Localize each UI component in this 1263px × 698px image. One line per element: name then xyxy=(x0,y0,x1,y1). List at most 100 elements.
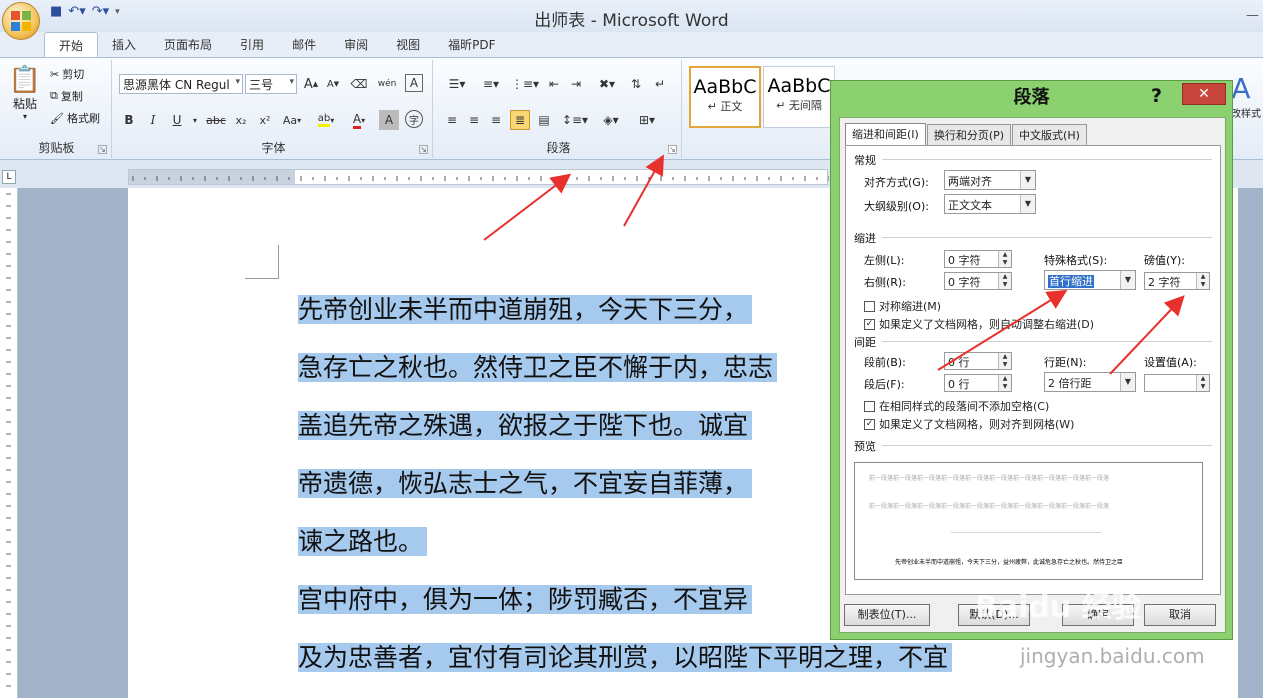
line-spacing-icon[interactable]: ↕≡▾ xyxy=(560,110,590,130)
spinner-arrows-icon[interactable]: ▲ ▼ xyxy=(998,273,1011,289)
tab-view[interactable]: 视图 xyxy=(382,32,434,58)
indent-left-label: 左侧(L): xyxy=(864,254,905,267)
horizontal-ruler[interactable] xyxy=(128,169,829,185)
decrease-indent-icon[interactable]: ⇤ xyxy=(544,74,564,94)
spinner-arrows-icon[interactable]: ▲ ▼ xyxy=(998,375,1011,391)
chinese-layout-icon[interactable]: ✖▾ xyxy=(592,74,622,94)
change-case-button[interactable]: Aa ▾ xyxy=(279,110,305,130)
tabs-button[interactable]: 制表位(T)... xyxy=(844,604,930,626)
no-space-same-style-checkbox[interactable]: 在相同样式的段落间不添加空格(C) xyxy=(864,398,1049,414)
sort-icon[interactable]: ⇅ xyxy=(626,74,646,94)
spinner-arrows-icon[interactable]: ▲ ▼ xyxy=(998,251,1011,267)
increase-indent-icon[interactable]: ⇥ xyxy=(566,74,586,94)
tab-references[interactable]: 引用 xyxy=(226,32,278,58)
multilevel-list-icon[interactable]: ⋮≡▾ xyxy=(510,74,540,94)
clipboard-launcher-icon[interactable]: ↘ xyxy=(98,145,107,154)
checkbox-checked-icon: ✓ xyxy=(864,318,875,330)
document-line[interactable]: 先帝创业未半而中道崩殂，今天下三分， xyxy=(298,281,753,339)
align-center-icon[interactable]: ≡ xyxy=(464,110,484,130)
tab-insert[interactable]: 插入 xyxy=(98,32,150,58)
font-group-label: 字体 xyxy=(261,141,286,155)
cut-button[interactable]: ✂ 剪切 xyxy=(50,66,84,82)
strikethrough-button[interactable]: abc xyxy=(203,110,229,130)
document-line[interactable]: 宫中府中，俱为一体；陟罚臧否，不宜异 xyxy=(298,571,753,629)
copy-button[interactable]: ⧉ 复制 xyxy=(50,88,83,104)
cancel-button[interactable]: 取消 xyxy=(1144,604,1216,626)
phonetic-guide-button[interactable]: wén xyxy=(377,74,397,94)
spinner-arrows-icon[interactable]: ▲ ▼ xyxy=(1196,375,1209,391)
office-button[interactable] xyxy=(2,2,40,40)
show-marks-icon[interactable]: ↵ xyxy=(650,74,670,94)
spinner-arrows-icon[interactable]: ▲ ▼ xyxy=(1196,273,1209,289)
alignment-select[interactable]: 两端对齐 ▼ xyxy=(944,170,1036,190)
window-minimize-icon[interactable]: — xyxy=(1246,8,1259,23)
at-spinner[interactable]: ▲ ▼ xyxy=(1144,374,1210,392)
numbering-icon[interactable]: ≡▾ xyxy=(476,74,506,94)
line-spacing-select[interactable]: 2 倍行距 ▼ xyxy=(1044,372,1136,392)
character-shading-button[interactable]: A xyxy=(379,110,399,130)
grow-font-button[interactable]: A ▲ xyxy=(301,74,321,94)
tab-mailings[interactable]: 邮件 xyxy=(278,32,330,58)
mirror-indents-checkbox[interactable]: 对称缩进(M) xyxy=(864,298,941,314)
font-launcher-icon[interactable]: ↘ xyxy=(419,145,428,154)
space-before-spinner[interactable]: 0 行 ▲ ▼ xyxy=(944,352,1012,370)
document-line[interactable]: 谏之路也。 xyxy=(298,513,428,571)
document-line[interactable]: 盖追先帝之殊遇，欲报之于陛下也。诚宜 xyxy=(298,397,753,455)
superscript-button[interactable]: x² xyxy=(255,110,275,130)
snap-to-grid-checkbox[interactable]: ✓ 如果定义了文档网格，则对齐到网格(W) xyxy=(864,416,1074,432)
indent-by-spinner[interactable]: 2 字符 ▲ ▼ xyxy=(1144,272,1210,290)
clipboard-group-label: 剪贴板 xyxy=(38,141,75,155)
clear-format-button[interactable]: ⌫ xyxy=(349,74,369,94)
bold-button[interactable]: B xyxy=(119,110,139,130)
at-label: 设置值(A): xyxy=(1144,356,1197,369)
document-line[interactable]: 急存亡之秋也。然侍卫之臣不懈于内，忠志 xyxy=(298,339,778,397)
vertical-ruler[interactable] xyxy=(0,188,18,698)
tab-asian-typography[interactable]: 中文版式(H) xyxy=(1012,124,1087,146)
document-line[interactable]: 帝遗德，恢弘志士之气，不宜妄自菲薄， xyxy=(298,455,753,513)
help-icon[interactable]: ? xyxy=(1151,85,1162,107)
justify-icon[interactable]: ≣ xyxy=(510,110,530,130)
tab-review[interactable]: 审阅 xyxy=(330,32,382,58)
chevron-down-icon[interactable]: ▾ xyxy=(185,110,205,130)
close-icon[interactable]: ✕ xyxy=(1182,83,1226,105)
paragraph-launcher-icon[interactable]: ↘ xyxy=(668,145,677,154)
font-size-combo[interactable]: 三号 ▾ xyxy=(245,74,297,94)
distributed-icon[interactable]: ▤ xyxy=(534,110,554,130)
tab-line-page-breaks[interactable]: 换行和分页(P) xyxy=(926,124,1012,146)
space-after-label: 段后(F): xyxy=(864,378,905,391)
auto-right-indent-checkbox[interactable]: ✓ 如果定义了文档网格，则自动调整右缩进(D) xyxy=(864,316,1094,332)
shading-icon[interactable]: ◈▾ xyxy=(596,110,626,130)
style-normal[interactable]: AaBbC ↵ 正文 xyxy=(689,66,761,128)
tab-home[interactable]: 开始 xyxy=(44,32,99,58)
special-format-select[interactable]: 首行缩进 ▼ xyxy=(1044,270,1136,290)
align-right-icon[interactable]: ≡ xyxy=(486,110,506,130)
tab-indents-spacing[interactable]: 缩进和间距(I) xyxy=(845,123,926,145)
subscript-button[interactable]: x₂ xyxy=(231,110,251,130)
spinner-arrows-icon[interactable]: ▲ ▼ xyxy=(998,353,1011,369)
outline-level-select[interactable]: 正文文本 ▼ xyxy=(944,194,1036,214)
style-no-spacing[interactable]: AaBbC ↵ 无间隔 xyxy=(763,66,835,128)
shrink-font-button[interactable]: A ▼ xyxy=(323,74,343,94)
indent-right-spinner[interactable]: 0 字符 ▲ ▼ xyxy=(944,272,1012,290)
preview-sample-paragraph: 先帝创业未半而中道崩殂，今天下三分，益州疲弊，此诚危急存亡之秋也。然侍卫之臣 xyxy=(895,559,1124,566)
dialog-panel: 常规 对齐方式(G): 两端对齐 ▼ 大纲级别(O): 正文文本 ▼ 缩进 左侧(L… xyxy=(845,145,1221,595)
highlight-button[interactable]: ab ▾ xyxy=(311,110,341,130)
preview-box: 前一段落前一段落前一段落前一段落前一段落前一段落前一段落前一段落前一段落前一段落… xyxy=(854,462,1203,580)
align-left-icon[interactable]: ≡ xyxy=(442,110,462,130)
tab-selector[interactable]: L xyxy=(2,170,16,184)
space-after-spinner[interactable]: 0 行 ▲ ▼ xyxy=(944,374,1012,392)
bullets-icon[interactable]: ☰▾ xyxy=(442,74,472,94)
character-border-button[interactable]: A xyxy=(405,74,423,92)
italic-button[interactable]: I xyxy=(143,110,163,130)
borders-icon[interactable]: ⊞▾ xyxy=(632,110,662,130)
enclose-characters-icon[interactable]: 字 xyxy=(405,110,423,128)
indent-left-spinner[interactable]: 0 字符 ▲ ▼ xyxy=(944,250,1012,268)
font-color-button[interactable]: A ▾ xyxy=(345,110,373,130)
font-name-combo[interactable]: 思源黑体 CN Regul ▾ xyxy=(119,74,243,94)
tab-page-layout[interactable]: 页面布局 xyxy=(150,32,226,58)
paste-button[interactable]: 📋 粘贴 ▾ xyxy=(8,64,42,122)
underline-button[interactable]: U xyxy=(167,110,187,130)
format-painter-button[interactable]: 🖌 格式刷 xyxy=(50,110,100,126)
tab-foxit-pdf[interactable]: 福昕PDF xyxy=(434,32,509,58)
outline-level-label: 大纲级别(O): xyxy=(864,200,929,213)
